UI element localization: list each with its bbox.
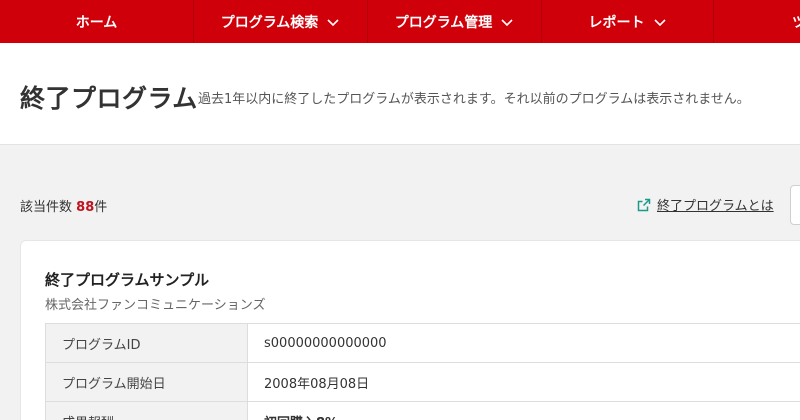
- table-row: プログラムID s00000000000000: [45, 323, 800, 363]
- result-count-prefix: 該当件数: [20, 200, 73, 215]
- nav-item-tools[interactable]: ツー: [714, 0, 800, 43]
- row-value: s00000000000000: [247, 323, 800, 363]
- top-nav: ホーム プログラム検索 プログラム管理 レポート ツー: [0, 0, 800, 43]
- chevron-down-icon: [326, 15, 340, 29]
- row-label: プログラム開始日: [45, 362, 248, 402]
- page-header: 終了プログラム 過去1年以内に終了したプログラムが表示されます。それ以前のプログ…: [0, 43, 800, 145]
- nav-item-label: ホーム: [75, 14, 118, 31]
- table-row: 成果報酬 初回購入8%: [45, 401, 800, 420]
- nav-item-label: プログラム管理: [394, 14, 493, 31]
- chevron-down-icon: [653, 15, 667, 29]
- program-card: 終了プログラムサンプル 株式会社ファンコミュニケーションズ プログラムID s0…: [20, 240, 800, 420]
- page-title: 終了プログラム: [20, 84, 198, 113]
- external-link-icon: [637, 198, 651, 212]
- program-details-table: プログラムID s00000000000000 プログラム開始日 2008年08…: [45, 323, 800, 420]
- row-label: プログラムID: [45, 323, 248, 363]
- nav-item-report[interactable]: レポート: [542, 0, 714, 43]
- row-value: 初回購入8%: [247, 401, 800, 420]
- nav-item-label: ツー: [792, 14, 800, 31]
- nav-item-label: レポート: [588, 14, 645, 31]
- nav-item-program-management[interactable]: プログラム管理: [368, 0, 542, 43]
- nav-item-label: プログラム検索: [220, 14, 319, 31]
- nav-item-home[interactable]: ホーム: [0, 0, 194, 43]
- help-link-label: 終了プログラムとは: [657, 199, 774, 214]
- ended-program-help-link[interactable]: 終了プログラムとは: [637, 195, 774, 214]
- program-company: 株式会社ファンコミュニケーションズ: [45, 298, 266, 313]
- row-label: 成果報酬: [45, 401, 248, 420]
- result-count-suffix: 件: [94, 200, 108, 215]
- nav-item-program-search[interactable]: プログラム検索: [194, 0, 368, 43]
- result-count: 該当件数 88件: [20, 196, 107, 215]
- row-value: 2008年08月08日: [247, 362, 800, 402]
- result-count-number: 88: [76, 200, 95, 215]
- chevron-down-icon: [500, 15, 514, 29]
- program-title: 終了プログラムサンプル: [45, 271, 210, 289]
- table-row: プログラム開始日 2008年08月08日: [45, 362, 800, 402]
- page-description: 過去1年以内に終了したプログラムが表示されます。それ以前のプログラムは表示されま…: [198, 92, 750, 107]
- sort-select[interactable]: [790, 185, 800, 225]
